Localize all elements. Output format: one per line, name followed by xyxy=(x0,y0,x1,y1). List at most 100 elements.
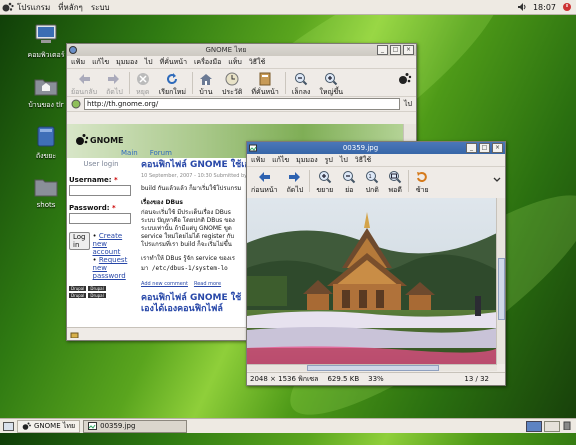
image-position: 13 / 32 xyxy=(464,375,489,383)
menu-edit[interactable]: แก้ไข xyxy=(272,155,289,166)
drupal-badge[interactable]: Drupal xyxy=(88,293,106,298)
add-comment-link[interactable]: Add new comment xyxy=(141,281,188,287)
browser-toolbar: ย้อนกลับ ถัดไป หยุด เรียกใหม่ บ้าน ประวั… xyxy=(67,69,416,97)
image-dimensions: 2048 × 1536 พิกเซล xyxy=(250,374,319,383)
computer-icon xyxy=(35,24,57,43)
trash-icon xyxy=(37,126,55,147)
login-block: User login Username: * Password: * Log i… xyxy=(69,160,133,298)
viewer-titlebar[interactable]: 00359.jpg _ □ × xyxy=(247,142,505,154)
back-arrow-icon xyxy=(79,74,91,84)
menu-help[interactable]: วิธีใช้ xyxy=(249,57,265,68)
system-tray: 18:07 xyxy=(517,1,572,13)
menu-system[interactable]: ระบบ xyxy=(91,1,110,14)
next-image-button[interactable]: ถัดไป xyxy=(287,170,303,196)
menu-tabs[interactable]: แท็บ xyxy=(228,57,242,68)
clock[interactable]: 18:07 xyxy=(533,3,556,12)
menu-applications[interactable]: โปรแกรม xyxy=(17,1,50,14)
image-display[interactable] xyxy=(247,198,497,364)
forward-button[interactable]: ถัดไป xyxy=(106,72,123,98)
zoom-normal-button[interactable]: 1 ปกติ xyxy=(365,170,379,196)
stop-icon xyxy=(136,73,149,85)
drupal-badge[interactable]: Drupal xyxy=(69,293,87,298)
workspace-2[interactable] xyxy=(544,420,560,432)
article2-title[interactable]: คอนฟิกไฟล์ GNOME ใช้เองได้เองคอนฟิกไฟล์ xyxy=(141,293,251,315)
nav-forum[interactable]: Forum xyxy=(150,149,172,157)
viewer-menubar: แฟ้ม แก้ไข มุมมอง รูป ไป วิธีใช้ xyxy=(247,154,505,167)
username-label-text: Username: xyxy=(69,176,112,184)
back-button[interactable]: ย้อนกลับ xyxy=(71,72,97,98)
zoom-fit-button[interactable]: พอดี xyxy=(388,170,402,196)
browser-titlebar[interactable]: GNOME ไทย _ □ × xyxy=(67,44,416,56)
zoom-out-button[interactable]: ย่อ xyxy=(342,170,356,196)
zoom-in-label: ขยาย xyxy=(316,186,334,194)
taskbar-item-browser[interactable]: GNOME ไทย xyxy=(17,419,81,433)
menu-file[interactable]: แฟ้ม xyxy=(251,155,265,166)
image-viewer-window: 00359.jpg _ □ × แฟ้ม แก้ไข มุมมอง รูป ไป… xyxy=(246,141,506,386)
menu-file[interactable]: แฟ้ม xyxy=(71,57,85,68)
maximize-button[interactable]: □ xyxy=(479,143,490,153)
menu-go[interactable]: ไป xyxy=(340,155,348,166)
username-field[interactable] xyxy=(69,185,131,196)
viewer-title: 00359.jpg xyxy=(342,144,379,152)
drupal-badge[interactable]: Drupal xyxy=(69,286,87,291)
bookmarks-button[interactable]: ที่คั่นหน้า xyxy=(251,72,279,98)
trash-applet-icon[interactable] xyxy=(562,421,572,430)
workspace-switcher[interactable] xyxy=(526,420,572,432)
minimize-button[interactable]: _ xyxy=(466,143,477,153)
stop-button[interactable]: หยุด xyxy=(136,72,150,98)
rotate-left-button[interactable]: ซ้าย xyxy=(415,170,429,196)
go-button[interactable]: ไป xyxy=(404,99,412,110)
menu-tools[interactable]: เครื่องมือ xyxy=(194,57,221,68)
home-label: บ้าน xyxy=(199,88,213,96)
previous-arrow-icon xyxy=(259,172,271,182)
zoom-out-button[interactable]: เล็กลง xyxy=(291,72,311,98)
menu-bookmarks[interactable]: ที่คั่นหน้า xyxy=(160,57,187,68)
overflow-chevron-icon[interactable] xyxy=(493,176,501,184)
viewer-hscroll-thumb[interactable] xyxy=(307,365,439,371)
menu-help[interactable]: วิธีใช้ xyxy=(355,155,371,166)
taskbar-item-viewer[interactable]: 00359.jpg xyxy=(83,419,188,433)
request-password-link[interactable]: Request new password xyxy=(93,256,128,280)
login-button[interactable]: Log in xyxy=(69,232,90,250)
maximize-button[interactable]: □ xyxy=(390,45,401,55)
url-input[interactable]: http://th.gnome.org/ xyxy=(84,98,401,110)
zoom-level: 33% xyxy=(368,375,384,383)
create-account-link[interactable]: Create new account xyxy=(93,232,123,256)
reload-button[interactable]: เรียกใหม่ xyxy=(159,72,186,98)
minimize-button[interactable]: _ xyxy=(377,45,388,55)
show-desktop-icon[interactable] xyxy=(3,421,14,431)
rotate-left-icon xyxy=(417,172,428,183)
menu-go[interactable]: ไป xyxy=(145,57,153,68)
viewer-vscroll-thumb[interactable] xyxy=(498,258,505,320)
drupal-badge[interactable]: Drupal xyxy=(88,286,106,291)
close-button[interactable]: × xyxy=(492,143,503,153)
password-field[interactable] xyxy=(69,213,131,224)
gnome-logo[interactable]: GNOME xyxy=(75,133,124,147)
menu-edit[interactable]: แก้ไข xyxy=(92,57,109,68)
menu-view[interactable]: มุมมอง xyxy=(296,155,317,166)
required-mark: * xyxy=(111,204,116,212)
gnome-foot-icon[interactable] xyxy=(2,2,14,13)
close-button[interactable]: × xyxy=(403,45,414,55)
menu-places[interactable]: ที่หลักๆ xyxy=(58,1,83,14)
workspace-1[interactable] xyxy=(526,420,542,432)
read-more-link[interactable]: Read more xyxy=(194,281,221,287)
toolbar-separator xyxy=(408,170,410,192)
menu-image[interactable]: รูป xyxy=(325,155,333,166)
zoom-out-label: เล็กลง xyxy=(291,88,311,96)
volume-icon[interactable] xyxy=(517,2,527,12)
rotate-left-label: ซ้าย xyxy=(415,186,429,194)
toolbar-separator xyxy=(128,72,130,94)
home-button[interactable]: บ้าน xyxy=(199,72,213,98)
toolbar-separator xyxy=(284,72,286,94)
security-icon xyxy=(70,332,79,338)
viewer-hscroll[interactable] xyxy=(247,364,497,371)
zoom-in-button[interactable]: ใหญ่ขึ้น xyxy=(319,72,343,98)
viewer-vscroll[interactable] xyxy=(496,198,505,364)
history-button[interactable]: ประวัติ xyxy=(222,72,242,98)
menu-view[interactable]: มุมมอง xyxy=(116,57,137,68)
logout-icon[interactable] xyxy=(562,2,572,12)
zoom-in-button[interactable]: ขยาย xyxy=(316,170,333,196)
previous-image-button[interactable]: ก่อนหน้า xyxy=(251,170,278,196)
nav-main[interactable]: Main xyxy=(121,149,138,157)
